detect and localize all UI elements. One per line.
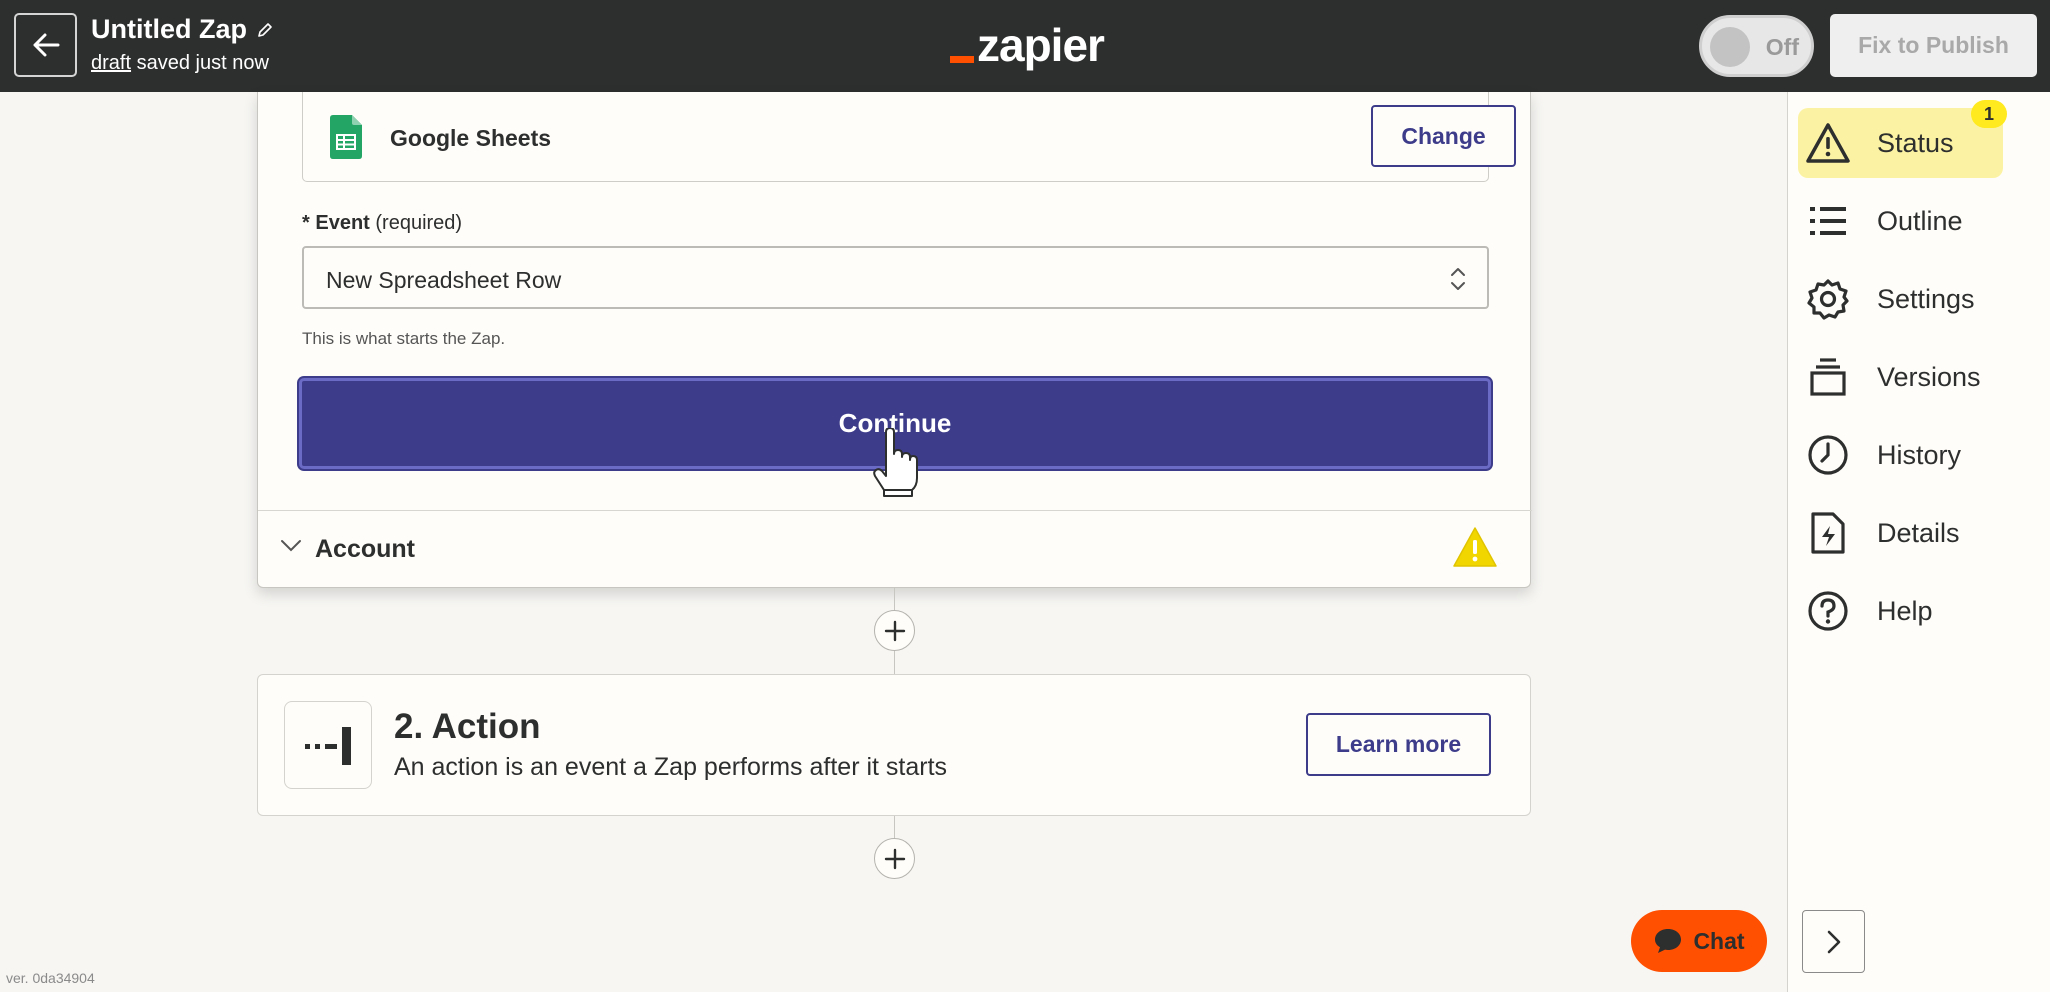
clock-icon <box>1805 432 1851 478</box>
chat-bubble-icon <box>1655 929 1682 953</box>
sidebar-item-label: Outline <box>1877 205 1963 236</box>
app-selector: Google Sheets Change <box>302 92 1516 182</box>
sidebar-item-versions[interactable]: Versions <box>1798 342 2003 412</box>
versions-icon <box>1805 354 1851 400</box>
google-sheets-icon <box>330 115 362 159</box>
action-step-description: An action is an event a Zap performs aft… <box>394 753 948 781</box>
gear-icon <box>1805 276 1851 322</box>
sidebar-item-label: Details <box>1877 517 1960 548</box>
sidebar-item-history[interactable]: History <box>1798 420 2003 490</box>
fix-to-publish-button[interactable]: Fix to Publish <box>1830 14 2037 77</box>
logo-underscore <box>950 56 974 63</box>
sidebar-item-details[interactable]: Details <box>1798 498 2003 568</box>
hand-cursor-icon <box>873 428 918 497</box>
action-step-icon-box <box>284 701 372 789</box>
sidebar-item-label: Status <box>1877 127 1954 158</box>
action-step-title: 2. Action <box>394 707 541 746</box>
sidebar-item-label: Help <box>1877 595 1933 626</box>
saved-text: saved just now <box>136 52 269 74</box>
draft-link[interactable]: draft <box>91 52 131 74</box>
chat-button[interactable]: Chat <box>1631 910 1767 972</box>
warning-icon <box>1805 120 1851 166</box>
zapier-logo: zapier <box>950 18 1105 72</box>
chat-label: Chat <box>1693 927 1745 954</box>
account-label: Account <box>315 535 415 563</box>
zap-title[interactable]: Untitled Zap <box>91 14 273 45</box>
file-bolt-icon <box>1805 510 1851 556</box>
event-label-text: Event <box>315 212 370 234</box>
right-sidebar: Status 1 Outline Settings Versions Histo… <box>1787 92 2050 992</box>
pencil-icon[interactable] <box>257 22 273 38</box>
add-step-button[interactable] <box>874 838 915 879</box>
event-field-label: * Event (required) <box>302 212 462 235</box>
toggle-label: Off <box>1765 34 1799 60</box>
warning-icon <box>1453 527 1497 567</box>
logo-text: zapier <box>977 19 1105 71</box>
sidebar-item-help[interactable]: Help <box>1798 576 2003 646</box>
action-step-card[interactable]: 2. Action An action is an event a Zap pe… <box>257 674 1531 816</box>
save-status: draft saved just now <box>91 52 269 75</box>
list-icon <box>1805 198 1851 244</box>
top-bar: Untitled Zap draft saved just now zapier… <box>0 0 2050 92</box>
sidebar-item-outline[interactable]: Outline <box>1798 186 2003 256</box>
add-step-button[interactable] <box>874 610 915 651</box>
sidebar-item-label: Versions <box>1877 361 1981 392</box>
event-help-text: This is what starts the Zap. <box>302 329 506 348</box>
sidebar-item-settings[interactable]: Settings <box>1798 264 2003 334</box>
chevron-right-icon <box>1827 930 1840 953</box>
sidebar-item-label: History <box>1877 439 1962 470</box>
required-mark: * <box>302 212 310 234</box>
event-select-value: New Spreadsheet Row <box>326 267 562 293</box>
zap-title-text: Untitled Zap <box>91 14 247 44</box>
toggle-knob <box>1710 27 1750 67</box>
sidebar-item-label: Settings <box>1877 283 1975 314</box>
action-icon <box>305 727 351 765</box>
status-badge: 1 <box>1971 100 2007 128</box>
arrow-left-icon <box>33 33 59 57</box>
sidebar-item-status[interactable]: Status 1 <box>1798 100 2007 178</box>
account-section-header[interactable]: Account <box>258 511 1532 587</box>
chevron-down-icon <box>281 540 301 552</box>
back-button[interactable] <box>14 13 77 77</box>
learn-more-button[interactable]: Learn more <box>1306 713 1491 776</box>
event-select[interactable]: New Spreadsheet Row <box>302 246 1489 309</box>
version-label: ver. 0da34904 <box>6 970 95 986</box>
chevron-up-down-icon <box>1451 268 1465 290</box>
plus-icon <box>884 848 905 869</box>
trigger-step-card: Google Sheets Change * Event (required) … <box>257 92 1532 588</box>
question-icon <box>1805 588 1851 634</box>
publish-toggle[interactable]: Off <box>1699 15 1814 77</box>
collapse-sidebar-button[interactable] <box>1802 910 1865 973</box>
required-text: (required) <box>375 212 463 234</box>
change-app-button[interactable]: Change <box>1371 105 1516 167</box>
plus-icon <box>884 620 905 641</box>
app-name: Google Sheets <box>390 125 552 151</box>
